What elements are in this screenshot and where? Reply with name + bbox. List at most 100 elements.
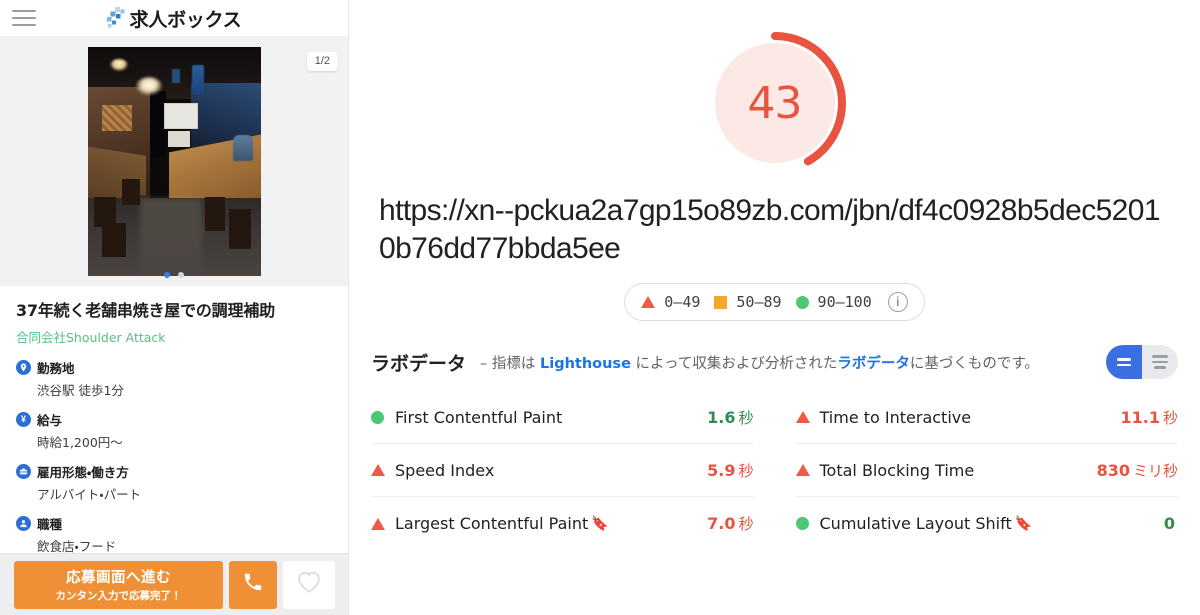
briefcase-icon <box>16 463 31 479</box>
carousel-dots[interactable] <box>0 272 348 278</box>
detail-row-employment: 雇用形態・働き方 アルバイト・パート <box>16 462 332 503</box>
labdata-link[interactable]: ラボデータ <box>837 356 910 372</box>
site-logo[interactable]: 求人ボックス <box>0 0 348 36</box>
metric-name-text: Largest Contentful Paint <box>395 514 589 533</box>
list-view-toggle-icon[interactable] <box>1142 345 1178 379</box>
metric-name-text: First Contentful Paint <box>395 407 563 427</box>
metric-row[interactable]: Largest Contentful Paint 🔖 7.0 秒 <box>371 497 754 550</box>
info-icon[interactable]: i <box>887 292 908 312</box>
metric-value-unit: 秒 <box>738 408 754 427</box>
image-carousel[interactable]: 1/2 <box>0 36 348 286</box>
logo-text: 求人ボックス <box>129 8 242 31</box>
metric-name-text: Total Blocking Time <box>819 460 975 480</box>
legend-label-average: 50–89 <box>736 293 782 311</box>
view-toggle[interactable] <box>1106 345 1178 379</box>
metric-value: 1.6 秒 <box>707 407 753 428</box>
score-value: 43 <box>747 77 803 129</box>
carousel-dot-2[interactable] <box>178 272 184 278</box>
detail-row-salary: ¥ 給与 時給1,200円〜 <box>16 410 332 451</box>
lab-metrics-grid: First Contentful Paint 1.6 秒 Time to Inte… <box>371 391 1178 550</box>
metric-value-number: 0 <box>1163 514 1175 533</box>
metric-name: Total Blocking Time <box>820 461 975 480</box>
detail-row-location: 勤務地 渋谷駅 徒歩1分 <box>16 358 332 399</box>
metric-status-icon <box>795 517 820 530</box>
metric-value-number: 7.0 <box>707 514 736 533</box>
metric-name-text: Speed Index <box>395 460 495 480</box>
job-photo <box>87 46 261 276</box>
metric-status-icon <box>371 517 395 530</box>
metric-value-number: 1.6 <box>707 407 736 427</box>
detail-label-occupation: 職種 <box>37 516 63 532</box>
analyzed-url: https://xn--pckua2a7gp15o89zb.com/jbn/df… <box>379 194 1161 265</box>
lab-desc-dash: – <box>480 355 488 372</box>
metric-value-unit: 秒 <box>738 515 754 533</box>
detail-value-occupation: 飲食店・フード <box>37 538 117 554</box>
square-icon <box>714 295 728 309</box>
lab-desc-part2: によって収集および分析された <box>630 355 838 372</box>
job-title: 37年続く老舗串焼き屋での調理補助 <box>16 301 275 320</box>
mobile-preview-panel: 求人ボックス 1/2 37年続く老舗串焼き屋での調理補助 合同会社Shoulde… <box>0 0 349 615</box>
metric-value-number: 830 <box>1096 460 1130 480</box>
favorite-button[interactable] <box>283 560 335 609</box>
detail-value-employment: アルバイト・パート <box>37 486 142 502</box>
core-web-vital-flag-icon: 🔖 <box>1014 515 1033 532</box>
metric-status-icon <box>795 411 820 423</box>
site-header: 求人ボックス <box>0 0 348 36</box>
metric-value-number: 5.9 <box>707 460 736 480</box>
score-gauge-wrap: 43 <box>349 0 1200 178</box>
job-summary: 37年続く老舗串焼き屋での調理補助 合同会社Shoulder Attack 勤務… <box>0 286 348 555</box>
job-detail-list: 勤務地 渋谷駅 徒歩1分 ¥ 給与 時給1,200円〜 雇用形態・働き方 アルバ… <box>16 358 332 555</box>
score-legend-wrap: 0–49 50–89 90–100 i <box>349 283 1200 321</box>
metric-name-text: Time to Interactive <box>819 407 972 427</box>
metric-status-icon <box>795 464 820 476</box>
page-root: 求人ボックス 1/2 37年続く老舗串焼き屋での調理補助 合同会社Shoulde… <box>0 0 1200 615</box>
metric-row[interactable]: Time to Interactive 11.1 秒 <box>795 391 1179 444</box>
apply-button[interactable]: 応募画面へ進む カンタン入力で応募完了！ <box>14 560 223 609</box>
carousel-dot-1[interactable] <box>164 272 170 278</box>
grid-view-toggle-icon[interactable] <box>1106 345 1142 379</box>
metric-row[interactable]: First Contentful Paint 1.6 秒 <box>371 391 754 444</box>
metric-value: 5.9 秒 <box>707 460 753 481</box>
metric-value: 0 <box>1164 514 1178 533</box>
metric-value-unit: ミリ秒 <box>1132 461 1178 480</box>
metric-row[interactable]: Cumulative Layout Shift 🔖 0 <box>795 497 1179 550</box>
core-web-vital-flag-icon: 🔖 <box>591 515 609 532</box>
metric-row[interactable]: Speed Index 5.9 秒 <box>371 444 754 497</box>
metric-value-number: 11.1 <box>1120 407 1160 427</box>
carousel-counter: 1/2 <box>306 52 338 72</box>
detail-label-location: 勤務地 <box>37 360 75 376</box>
person-icon <box>16 515 31 531</box>
metric-value: 7.0 秒 <box>707 513 753 534</box>
legend-item-good: 90–100 <box>795 293 872 311</box>
legend-label-good: 90–100 <box>817 293 872 311</box>
metric-value: 11.1 秒 <box>1121 407 1179 428</box>
metric-value-unit: 秒 <box>1162 408 1178 427</box>
score-legend: 0–49 50–89 90–100 i <box>624 283 925 321</box>
yen-icon: ¥ <box>16 411 31 427</box>
legend-item-poor: 0–49 <box>641 293 700 311</box>
triangle-icon <box>641 296 656 308</box>
lab-desc-part3: に基づくものです。 <box>909 355 1039 372</box>
lab-data-title: ラボデータ <box>371 352 467 375</box>
hamburger-icon[interactable] <box>12 10 36 26</box>
detail-label-employment: 雇用形態・働き方 <box>37 464 129 480</box>
metric-name: Speed Index <box>395 461 494 480</box>
lab-desc-part1: 指標は <box>491 355 540 372</box>
company-name[interactable]: 合同会社Shoulder Attack <box>16 327 332 346</box>
lighthouse-link[interactable]: Lighthouse <box>540 356 631 372</box>
performance-score-gauge: 43 <box>700 28 850 178</box>
call-button[interactable] <box>229 560 277 609</box>
metric-row[interactable]: Total Blocking Time 830 ミリ秒 <box>795 444 1178 497</box>
location-pin-icon <box>16 359 31 375</box>
detail-value-salary: 時給1,200円〜 <box>37 434 123 450</box>
metric-name-text: Cumulative Layout Shift <box>819 514 1012 533</box>
psi-report-panel: 43 https://xn--pckua2a7gp15o89zb.com/jbn… <box>349 0 1200 615</box>
metric-value: 830 ミリ秒 <box>1097 460 1178 481</box>
detail-value-location: 渋谷駅 徒歩1分 <box>37 382 124 398</box>
metric-status-icon <box>371 410 395 424</box>
apply-button-main-label: 応募画面へ進む <box>66 570 171 586</box>
bottom-action-bar: 応募画面へ進む カンタン入力で応募完了！ <box>0 553 348 615</box>
metric-name: Cumulative Layout Shift 🔖 <box>820 514 1033 533</box>
lab-data-description: – 指標は Lighthouse によって収集および分析されたラボデータに基づく… <box>480 352 1039 373</box>
logo-squares-icon <box>106 7 127 29</box>
